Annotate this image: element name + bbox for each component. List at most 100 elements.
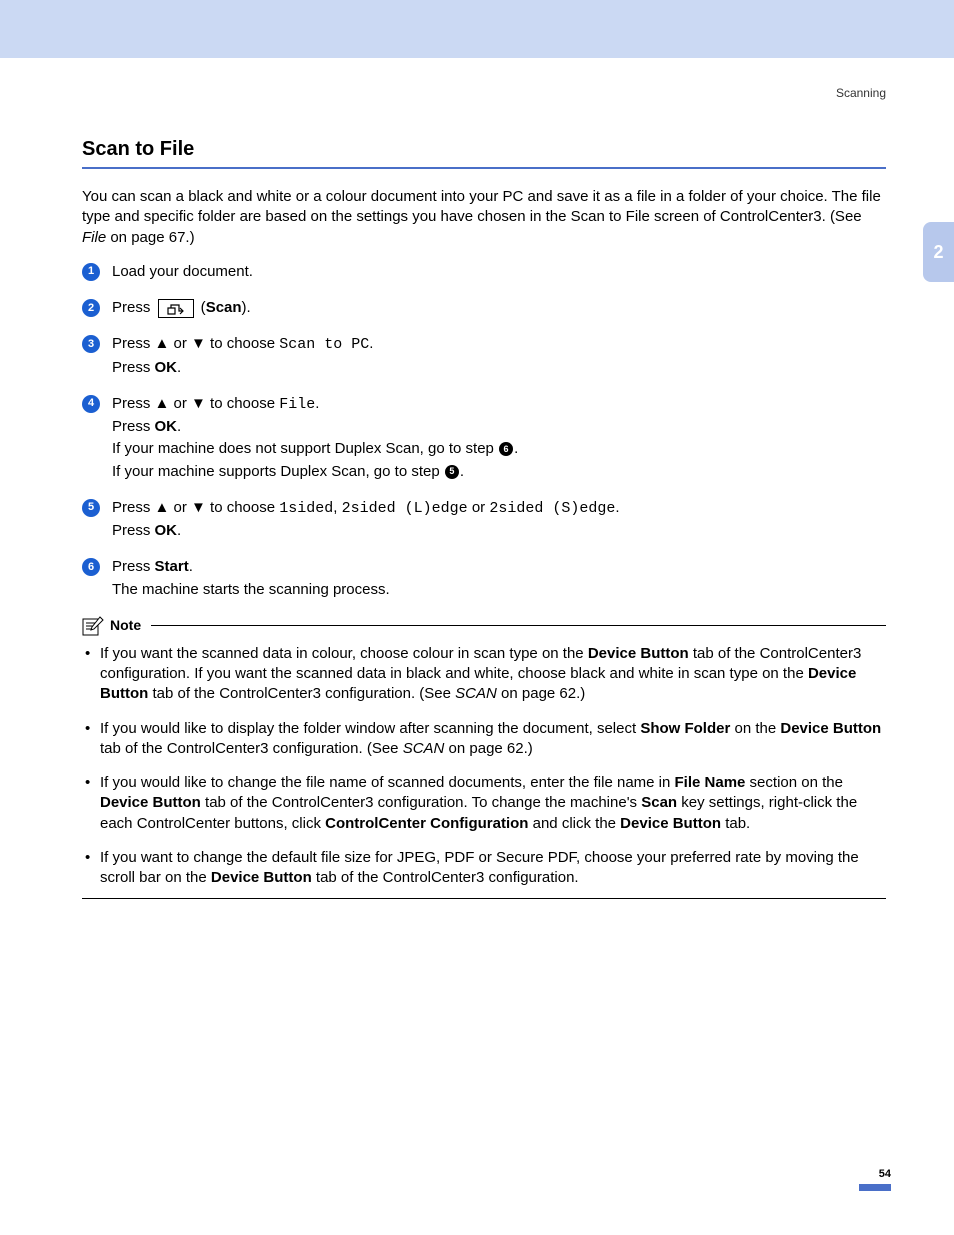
inline-badge-5: 5 [445, 465, 459, 479]
t: tab of the ControlCenter3 configuration. [312, 869, 579, 886]
note-item-1: If you want the scanned data in colour, … [82, 644, 886, 705]
step-3-line1: Press ▲ or ▼ to choose Scan to PC. [112, 334, 886, 355]
t: 2sided (L)edge [342, 500, 468, 517]
step-4-line1: Press ▲ or ▼ to choose File. [112, 394, 886, 415]
t: and click the [528, 815, 620, 832]
step-badge-5: 5 [82, 499, 100, 517]
step-1-text: Load your document. [112, 262, 886, 282]
t: . [615, 499, 619, 516]
t: If your machine does not support Duplex … [112, 440, 498, 457]
t: Scan to PC [279, 336, 369, 353]
t: . [189, 558, 193, 575]
page-number: 54 [859, 1167, 891, 1182]
t: Press ▲ or ▼ to choose [112, 395, 279, 412]
t: . [514, 440, 518, 457]
step-4-line2: Press OK. [112, 417, 886, 437]
t: tab of the ControlCenter3 configuration.… [201, 794, 641, 811]
t: File [279, 396, 315, 413]
t: . [177, 522, 181, 539]
t: Device Button [588, 645, 689, 662]
intro-file-ref: File [82, 229, 106, 246]
step-2-a: Press [112, 299, 155, 316]
t: ControlCenter Configuration [325, 815, 528, 832]
step-badge-1: 1 [82, 263, 100, 281]
t: on page 62.) [497, 685, 585, 702]
t: File Name [675, 774, 746, 791]
notes-list: If you want the scanned data in colour, … [82, 644, 886, 889]
t: Press [112, 558, 155, 575]
step-6-line1: Press Start. [112, 557, 886, 577]
title-rule [82, 167, 886, 169]
note-title: Note [110, 616, 141, 635]
step-badge-4: 4 [82, 395, 100, 413]
t: . [460, 463, 464, 480]
step-4: 4 Press ▲ or ▼ to choose File. Press OK.… [82, 394, 886, 484]
t: If you want the scanned data in colour, … [100, 645, 588, 662]
t: Show Folder [640, 720, 730, 737]
step-badge-2: 2 [82, 299, 100, 317]
page-title: Scan to File [82, 136, 886, 163]
t: 1sided [279, 500, 333, 517]
t: If you would like to display the folder … [100, 720, 640, 737]
page-number-bar [859, 1184, 891, 1191]
steps-list: 1 Load your document. 2 Press (Scan). 3 … [82, 262, 886, 602]
step-5: 5 Press ▲ or ▼ to choose 1sided, 2sided … [82, 498, 886, 544]
t: on the [730, 720, 780, 737]
t: Start [155, 558, 189, 575]
note-icon [82, 616, 104, 636]
t: Device Button [100, 794, 201, 811]
running-head: Scanning [836, 85, 886, 101]
t: Device Button [620, 815, 721, 832]
t: tab of the ControlCenter3 configuration.… [148, 685, 455, 702]
scan-key-icon [158, 299, 194, 318]
page-number-wrap: 54 [859, 1167, 891, 1191]
step-2-scan: Scan [206, 299, 242, 316]
note-item-2: If you would like to display the folder … [82, 719, 886, 760]
step-4-line4: If your machine supports Duplex Scan, go… [112, 462, 886, 482]
t: Press ▲ or ▼ to choose [112, 335, 279, 352]
step-2-b: ( [197, 299, 206, 316]
step-badge-3: 3 [82, 335, 100, 353]
note-item-3: If you would like to change the file nam… [82, 773, 886, 834]
t: , [333, 499, 341, 516]
note-header: Note [82, 616, 886, 636]
step-3-line2: Press OK. [112, 358, 886, 378]
step-6: 6 Press Start. The machine starts the sc… [82, 557, 886, 602]
t: section on the [745, 774, 843, 791]
header-band [0, 0, 954, 58]
note-item-4: If you want to change the default file s… [82, 848, 886, 889]
content: Scan to File You can scan a black and wh… [0, 136, 954, 899]
step-3: 3 Press ▲ or ▼ to choose Scan to PC. Pre… [82, 334, 886, 380]
t: . [177, 359, 181, 376]
t: OK [155, 359, 178, 376]
intro-text: You can scan a black and white or a colo… [82, 188, 881, 225]
t: SCAN [455, 685, 497, 702]
t: tab of the ControlCenter3 configuration.… [100, 740, 403, 757]
t: Press ▲ or ▼ to choose [112, 499, 279, 516]
t: tab. [721, 815, 750, 832]
t: . [177, 418, 181, 435]
t: If your machine supports Duplex Scan, go… [112, 463, 444, 480]
note-end-rule [82, 898, 886, 899]
t: OK [155, 418, 178, 435]
step-2-text: Press (Scan). [112, 298, 886, 318]
step-5-line2: Press OK. [112, 521, 886, 541]
step-badge-6: 6 [82, 558, 100, 576]
t: . [369, 335, 373, 352]
t: Press [112, 359, 155, 376]
note-rule [151, 625, 886, 626]
step-2: 2 Press (Scan). [82, 298, 886, 320]
inline-badge-6: 6 [499, 442, 513, 456]
t: on page 62.) [444, 740, 532, 757]
t: or [468, 499, 490, 516]
t: Scan [641, 794, 677, 811]
t: . [315, 395, 319, 412]
step-6-line2: The machine starts the scanning process. [112, 580, 886, 600]
t: 2sided (S)edge [489, 500, 615, 517]
step-4-line3: If your machine does not support Duplex … [112, 439, 886, 459]
t: Device Button [780, 720, 881, 737]
step-5-line1: Press ▲ or ▼ to choose 1sided, 2sided (L… [112, 498, 886, 519]
t: Press [112, 522, 155, 539]
chapter-tab: 2 [923, 222, 954, 282]
t: OK [155, 522, 178, 539]
